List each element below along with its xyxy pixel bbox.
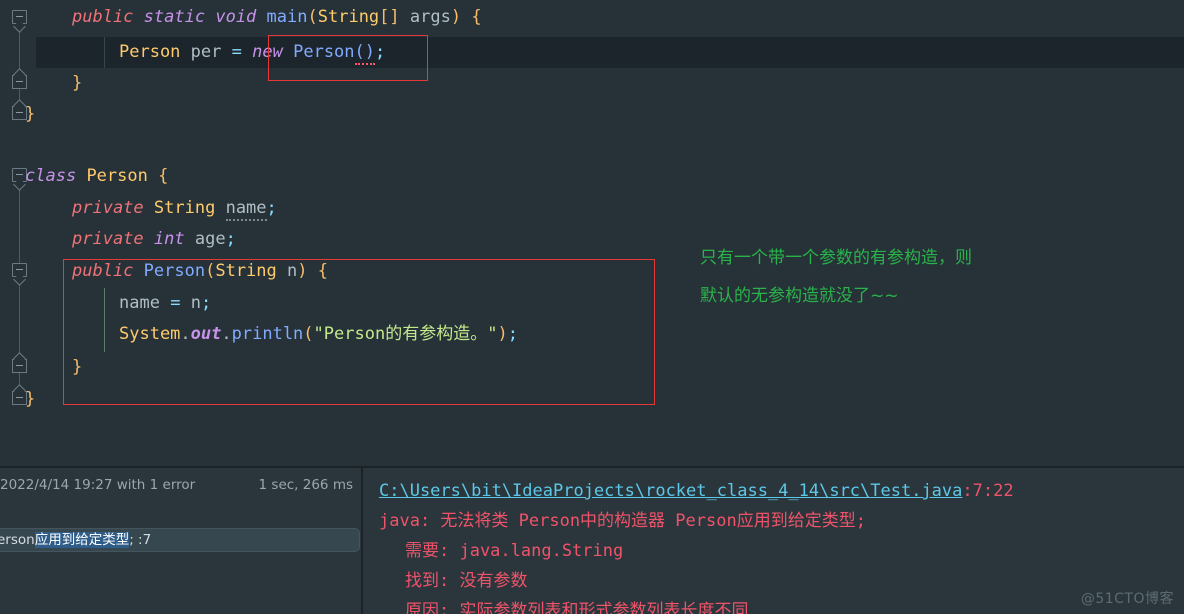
token-class: class	[25, 166, 77, 186]
build-output-panel: 2022/4/14 19:27 with 1 error 1 sec, 266 …	[0, 466, 1184, 614]
build-tree-selected-row[interactable]: erson应用到给定类型; :7	[0, 528, 360, 552]
code-line-class-close[interactable]: }	[25, 384, 35, 415]
build-status-header: 2022/4/14 19:27 with 1 error 1 sec, 266 …	[0, 474, 361, 496]
token-brace-close: }	[25, 104, 36, 124]
token-private: private	[72, 229, 144, 249]
token-paren: (	[303, 324, 314, 344]
code-line-assign-name[interactable]: name = n;	[119, 288, 211, 319]
token-args: args	[409, 7, 451, 27]
row-text-prefix: erson	[0, 532, 35, 548]
fold-marker-main-end[interactable]	[12, 75, 27, 89]
fold-minus-icon	[16, 16, 23, 17]
code-editor[interactable]: public static void main(String[] args) {…	[0, 0, 1184, 466]
code-line-field-name[interactable]: private String name;	[72, 193, 277, 224]
code-line-field-age[interactable]: private int age;	[72, 224, 236, 255]
token-n-param: n	[190, 293, 201, 313]
code-line-main-close[interactable]: }	[72, 68, 82, 99]
build-timestamp: 2022/4/14 19:27 with 1 error	[0, 477, 196, 493]
fold-minus-icon	[16, 112, 23, 113]
token-semicolon: ;	[507, 324, 518, 344]
token-string-literal: "Person的有参构造。"	[313, 324, 498, 344]
token-name-field: name	[225, 198, 267, 221]
token-person-type: Person	[119, 42, 181, 62]
token-empty-args-error: ()	[354, 42, 376, 65]
token-paren-close: )	[297, 261, 308, 281]
code-line-println[interactable]: System.out.println("Person的有参构造。");	[119, 319, 518, 350]
error-file-path[interactable]: C:\Users\bit\IdeaProjects\rocket_class_4…	[379, 481, 962, 501]
error-file-link-row[interactable]: C:\Users\bit\IdeaProjects\rocket_class_4…	[379, 476, 1014, 506]
token-brace-open: {	[158, 166, 169, 186]
token-paren-close: )	[497, 324, 508, 344]
token-semicolon: ;	[225, 229, 236, 249]
token-string-type: String	[153, 198, 216, 218]
row-text-highlight: 应用到给定类型	[34, 532, 130, 548]
token-age-field: age	[194, 229, 226, 249]
row-text-suffix: ; :7	[129, 532, 152, 548]
error-detail-required: 需要: java.lang.String	[405, 541, 624, 561]
fold-minus-icon	[16, 397, 23, 398]
fold-marker-main-start[interactable]	[12, 10, 27, 24]
token-paren-close: )	[450, 7, 462, 27]
ide-window: public static void main(String[] args) {…	[0, 0, 1184, 614]
fold-minus-icon	[16, 269, 23, 270]
token-person-ctor-call: Person	[293, 42, 355, 62]
token-person-name: Person	[86, 166, 148, 186]
token-n-param: n	[287, 261, 298, 281]
error-message: java: 无法将类 Person中的构造器 Person应用到给定类型;	[379, 511, 866, 531]
indent-guide-active	[104, 288, 105, 352]
token-semicolon: ;	[200, 293, 212, 313]
code-line-constructor-signature[interactable]: public Person(String n) {	[72, 256, 328, 287]
token-paren: (	[205, 261, 216, 281]
token-person-ctor: Person	[143, 261, 206, 281]
token-int: int	[153, 229, 185, 249]
token-brace-open: {	[317, 261, 329, 281]
token-brackets: []	[379, 7, 400, 27]
token-brace-close: }	[25, 389, 36, 409]
fold-marker-ctor-end[interactable]	[12, 359, 27, 373]
build-duration: 1 sec, 266 ms	[258, 477, 353, 493]
error-file-position: :7:22	[962, 481, 1014, 501]
token-main: main	[266, 7, 308, 27]
token-out: out	[190, 324, 222, 344]
token-per-var: per	[190, 42, 222, 62]
error-detail-found: 找到: 没有参数	[405, 571, 528, 591]
code-line-new-person[interactable]: Person per = new Person();	[119, 37, 385, 68]
fold-minus-icon	[16, 81, 23, 82]
token-name-field: name	[119, 293, 160, 313]
build-tree-row-text: erson应用到给定类型; :7	[0, 529, 151, 551]
token-string-type: String	[215, 261, 277, 281]
token-brace-open: {	[471, 7, 482, 27]
fold-marker-ctor-start[interactable]	[12, 263, 27, 277]
token-string-type: String	[317, 7, 380, 27]
token-brace-close: }	[72, 357, 83, 377]
token-brace-close: }	[72, 73, 83, 93]
code-line-class-person[interactable]: class Person {	[25, 161, 168, 192]
indent-guide	[104, 37, 105, 68]
code-line-constructor-close[interactable]: }	[72, 352, 82, 383]
watermark: @51CTO博客	[1080, 591, 1174, 607]
token-system: System	[119, 324, 181, 344]
error-detail-pane[interactable]: C:\Users\bit\IdeaProjects\rocket_class_4…	[363, 468, 1184, 614]
code-line-class-close-outer[interactable]: }	[25, 99, 35, 130]
fold-minus-icon	[16, 174, 23, 175]
error-detail-reason: 原因: 实际参数列表和形式参数列表长度不同	[405, 601, 749, 614]
annotation-line-2: 默认的无参构造就没了~~	[700, 286, 899, 306]
annotation-line-1: 只有一个带一个参数的有参构造，则	[700, 248, 972, 268]
token-assign: =	[231, 42, 242, 62]
token-semicolon: ;	[375, 42, 386, 62]
token-public: public	[72, 261, 134, 281]
token-println: println	[231, 324, 304, 344]
token-assign: =	[170, 293, 181, 313]
token-dot: .	[180, 324, 191, 344]
token-private: private	[72, 198, 144, 218]
token-public: public	[72, 7, 134, 27]
token-void: void	[215, 7, 257, 27]
token-static: static	[143, 7, 206, 27]
fold-minus-icon	[16, 365, 23, 366]
code-line-main-signature[interactable]: public static void main(String[] args) {	[72, 2, 482, 33]
token-semicolon: ;	[266, 198, 277, 218]
token-new: new	[252, 42, 283, 62]
token-dot: .	[221, 324, 232, 344]
token-paren: (	[307, 7, 318, 27]
